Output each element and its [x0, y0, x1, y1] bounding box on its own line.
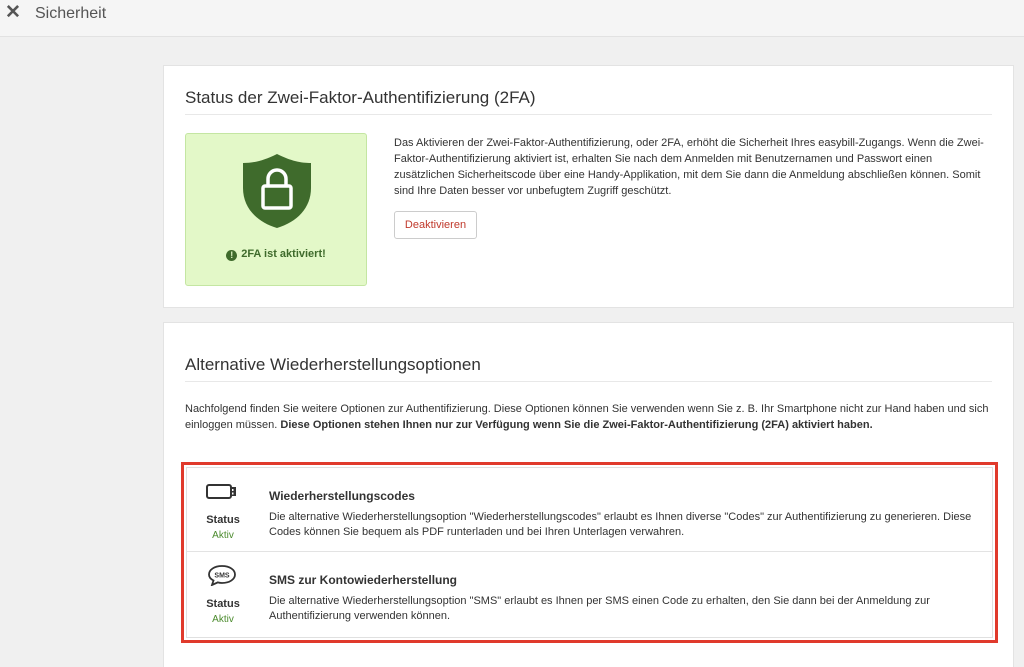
exclamation-circle-icon: ! — [226, 250, 238, 261]
option-title: Wiederherstellungscodes — [269, 489, 415, 503]
recovery-options-list: Status Aktiv Wiederherstellungscodes Die… — [186, 467, 993, 638]
option-description: Die alternative Wiederherstellungsoption… — [269, 511, 972, 538]
divider — [185, 114, 992, 115]
usb-drive-icon — [206, 484, 236, 499]
twofa-status-card: Status der Zwei-Faktor-Authentifizierung… — [163, 65, 1014, 308]
option-status-value: Aktiv — [212, 614, 234, 625]
alternative-recovery-card: Alternative Wiederherstellungsoptionen N… — [163, 322, 1014, 667]
option-title: SMS zur Kontowiederherstellung — [269, 573, 458, 587]
svg-text:SMS: SMS — [214, 572, 230, 579]
divider — [185, 381, 992, 382]
page-title: Sicherheit — [35, 5, 107, 22]
twofa-status-text: 2FA ist aktiviert! — [241, 248, 326, 260]
alternatives-card-title: Alternative Wiederherstellungsoptionen — [185, 355, 481, 374]
twofa-status-box: ! 2FA ist aktiviert! — [185, 133, 367, 286]
top-bar: ✕ Sicherheit — [0, 0, 1024, 37]
option-status-value: Aktiv — [212, 530, 234, 541]
option-status-label: Status — [206, 598, 240, 610]
option-description: Die alternative Wiederherstellungsoption… — [269, 595, 930, 622]
twofa-description: Das Aktivieren der Zwei-Faktor-Authentif… — [394, 137, 984, 197]
recovery-option-codes[interactable]: Status Aktiv Wiederherstellungscodes Die… — [187, 468, 992, 552]
twofa-card-title: Status der Zwei-Faktor-Authentifizierung… — [185, 88, 536, 107]
shield-lock-icon — [243, 154, 311, 228]
sms-bubble-icon: SMS — [208, 565, 236, 586]
twofa-status-message: ! 2FA ist aktiviert! — [186, 248, 366, 261]
alternatives-intro-bold: Diese Optionen stehen Ihnen nur zur Verf… — [280, 419, 873, 431]
recovery-option-sms[interactable]: SMS Status Aktiv SMS zur Kontowiederhers… — [187, 552, 992, 637]
recovery-options-highlight: Status Aktiv Wiederherstellungscodes Die… — [181, 462, 998, 643]
close-icon[interactable]: ✕ — [5, 3, 21, 22]
alternatives-intro: Nachfolgend finden Sie weitere Optionen … — [185, 401, 995, 433]
option-status-label: Status — [206, 514, 240, 526]
deactivate-button[interactable]: Deaktivieren — [394, 211, 477, 239]
